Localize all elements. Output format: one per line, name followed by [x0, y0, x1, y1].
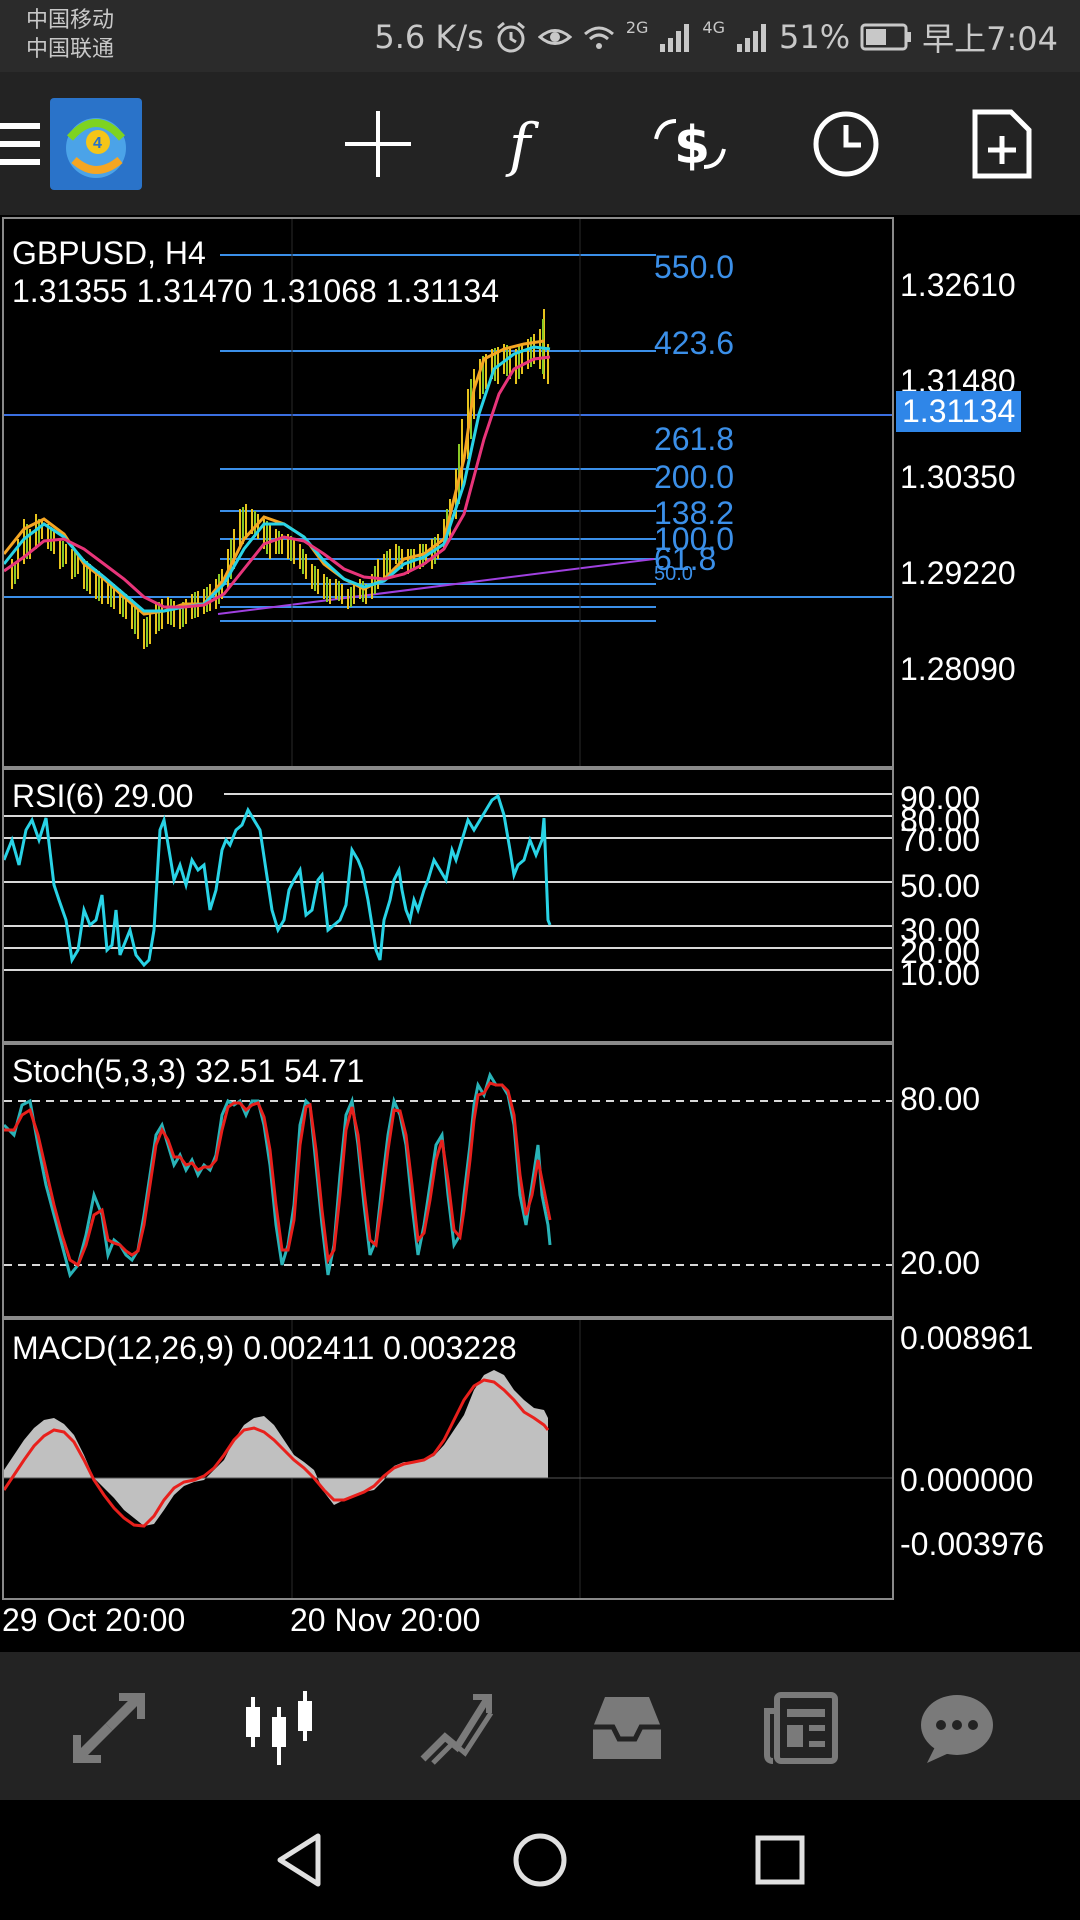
nav-news[interactable]: [756, 1682, 846, 1772]
stoch-axis-20: 20.00: [900, 1245, 981, 1281]
signal-icon-2: [737, 24, 766, 52]
stoch-axis-80: 80.00: [900, 1081, 981, 1117]
price-axis-1: 1.32610: [900, 267, 1016, 303]
chart-toolbar: 4 f $: [0, 72, 1080, 215]
signal-2g-label: 2G: [625, 17, 649, 37]
carrier-2: 中国联通: [26, 37, 115, 62]
alarm-icon: [496, 21, 525, 53]
time-axis-1: 29 Oct 20:00: [2, 1602, 186, 1638]
new-document-icon: [972, 109, 1032, 179]
price-axis-5: 1.28090: [900, 651, 1016, 687]
rsi-levels: [4, 793, 892, 971]
home-icon[interactable]: [510, 1830, 570, 1890]
trade-dollar-icon: $: [654, 116, 726, 176]
chat-bubble-icon: [921, 1695, 993, 1763]
status-icons: 5.6 K/s 2G 4G 51% 早上7:04: [374, 14, 1058, 60]
clock-icon: [813, 111, 879, 177]
trade-trend-icon: [420, 1694, 494, 1765]
news-icon: [764, 1692, 838, 1764]
symbol-label: GBPUSD, H4: [12, 235, 206, 271]
ohlc-label: 1.31355 1.31470 1.31068 1.31134: [12, 273, 499, 309]
rsi-axis-10: 10.00: [900, 956, 981, 992]
trend-line: [217, 558, 655, 615]
signal-icon: [660, 24, 690, 52]
nav-trade[interactable]: [410, 1682, 500, 1772]
trade-button[interactable]: $: [650, 104, 730, 184]
fib-label-200: 200.0: [654, 459, 735, 495]
rsi-axis-70: 70.00: [900, 822, 981, 858]
inbox-icon: [593, 1697, 661, 1759]
ma-mid: [4, 345, 551, 613]
fib-label-550: 550.0: [654, 249, 735, 285]
recents-icon[interactable]: [750, 1830, 810, 1890]
stoch-pane[interactable]: Stoch(5,3,3) 32.51 54.71: [2, 1043, 894, 1318]
bottom-navigation: [0, 1652, 1080, 1800]
indicators-button[interactable]: f: [492, 104, 572, 184]
current-price-tag: 1.31134: [896, 391, 1022, 432]
signal-4g-label: 4G: [702, 17, 725, 37]
carrier-info: 中国移动 中国联通: [26, 6, 114, 64]
eye-icon: [537, 29, 572, 45]
menu-icon: [0, 123, 40, 165]
price-axis-3: 1.30350: [900, 459, 1016, 495]
rsi-line: [4, 793, 552, 968]
macd-axis-min: -0.003976: [900, 1526, 1045, 1562]
timeframe-button[interactable]: [806, 104, 886, 184]
rsi-label: RSI(6) 29.00: [12, 778, 194, 814]
metatrader-logo[interactable]: 4: [50, 98, 142, 190]
system-navigation: [0, 1800, 1080, 1920]
macd-pane[interactable]: MACD(12,26,9) 0.002411 0.003228: [2, 1318, 894, 1600]
fib-label-423: 423.6: [654, 325, 735, 361]
price-pane[interactable]: GBPUSD, H4 1.31355 1.31470 1.31068 1.311…: [2, 217, 894, 768]
fib-label-261: 261.8: [654, 421, 735, 457]
carrier-1: 中国移动: [26, 8, 115, 33]
macd-histogram: [4, 1370, 548, 1526]
nav-history[interactable]: [582, 1682, 672, 1772]
svg-text:4: 4: [93, 135, 102, 152]
macd-axis-zero: 0.000000: [900, 1462, 1034, 1498]
metatrader-logo-icon: 4: [50, 98, 142, 190]
quotes-arrows-icon: [73, 1693, 145, 1763]
crosshair-icon: [345, 111, 411, 177]
svg-text:f: f: [505, 111, 540, 179]
net-speed: 5.6 K/s: [374, 18, 484, 56]
time-axis-2: 20 Nov 20:00: [290, 1602, 481, 1638]
clock: 早上7:04: [922, 20, 1058, 58]
function-icon: f: [505, 111, 540, 179]
nav-quotes[interactable]: [64, 1682, 154, 1772]
macd-label: MACD(12,26,9) 0.002411 0.003228: [12, 1330, 517, 1366]
wifi-icon: [583, 26, 614, 49]
macd-axis-max: 0.008961: [900, 1320, 1034, 1356]
battery-percent: 51%: [779, 18, 851, 56]
price-axis-4: 1.29220: [900, 555, 1016, 591]
nav-chat[interactable]: [912, 1682, 1002, 1772]
rsi-axis-50: 50.00: [900, 868, 981, 904]
status-bar: 中国移动 中国联通 5.6 K/s 2G 4G 51% 早上7:04: [0, 0, 1080, 72]
new-order-button[interactable]: [962, 104, 1042, 184]
fib-label-50: 50.0: [654, 563, 693, 585]
rsi-pane[interactable]: RSI(6) 29.00: [2, 768, 894, 1043]
stoch-label: Stoch(5,3,3) 32.51 54.71: [12, 1053, 365, 1089]
crosshair-button[interactable]: [338, 104, 418, 184]
back-icon[interactable]: [270, 1830, 330, 1890]
nav-chart[interactable]: [236, 1682, 326, 1772]
chart-area[interactable]: GBPUSD, H4 1.31355 1.31470 1.31068 1.311…: [0, 215, 1080, 1652]
battery-icon: [860, 23, 912, 51]
candlestick-icon: [246, 1691, 312, 1765]
